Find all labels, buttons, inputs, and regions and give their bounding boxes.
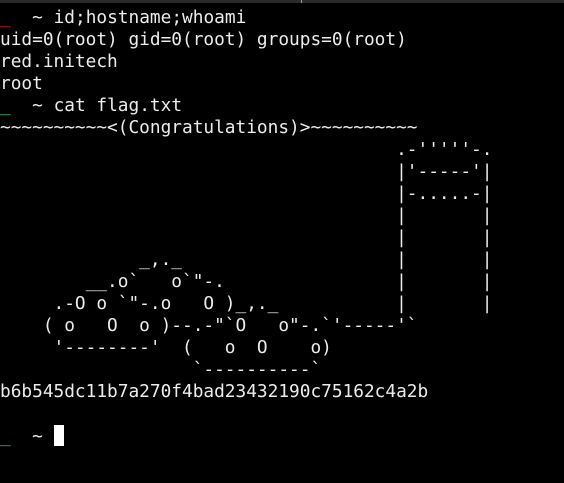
- prompt-line-3[interactable]: _ ~: [0, 425, 564, 447]
- prompt-directory: ~: [32, 426, 43, 447]
- prompt-directory: ~: [32, 7, 43, 28]
- text-cursor[interactable]: [53, 425, 64, 446]
- prompt-line-1: _ ~ id;hostname;whoami: [0, 7, 564, 29]
- prompt-line-2: _ ~ cat flag.txt: [0, 95, 564, 117]
- output-whoami: root: [0, 73, 43, 94]
- terminal-window[interactable]: _ ~ id;hostname;whoami uid=0(root) gid=0…: [0, 0, 564, 483]
- prompt-status-error-icon: _: [0, 7, 11, 28]
- output-id: uid=0(root) gid=0(root) groups=0(root): [0, 29, 407, 50]
- prompt-directory: ~: [32, 95, 43, 116]
- output-hostname: red.initech: [0, 51, 118, 72]
- congratulations-banner: ~~~~~~~~~~<(Congratulations)>~~~~~~~~~~: [0, 117, 418, 138]
- command-text: id;hostname;whoami: [53, 7, 247, 28]
- command-text: cat flag.txt: [53, 95, 183, 116]
- scroll-indicator: [301, 0, 302, 3]
- ascii-art-drink-and-food: .-'''''-. |'-----'| |-.....-| | | | | _,…: [42, 139, 493, 380]
- window-top-edge: [0, 0, 564, 3]
- flag-value: b6b545dc11b7a270f4bad23432190c75162c4a2b: [0, 381, 429, 402]
- prompt-status-ok-icon: _: [0, 95, 11, 116]
- prompt-status-ok-icon: _: [0, 426, 11, 447]
